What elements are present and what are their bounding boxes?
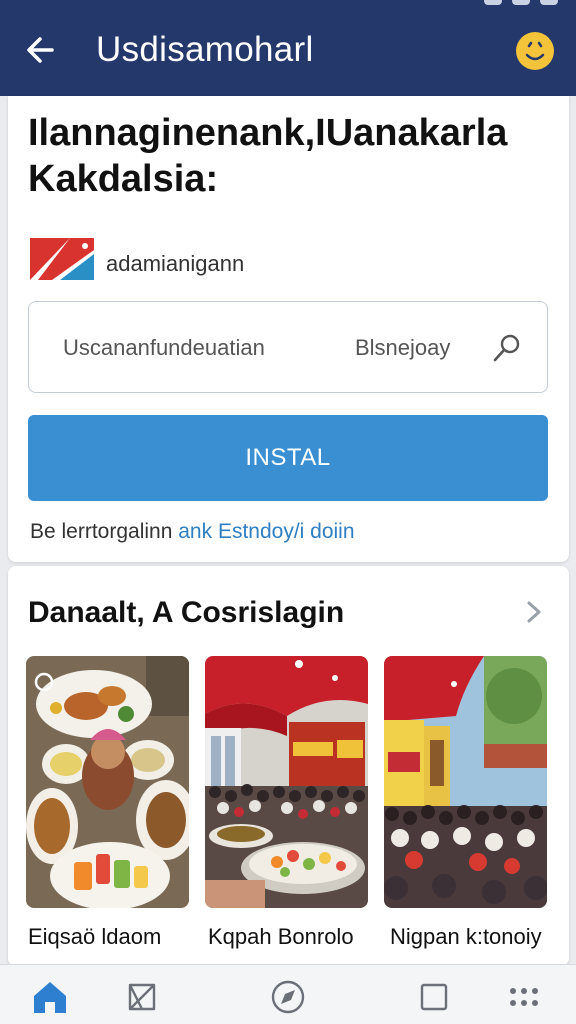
- date-selector[interactable]: Blsnejoay: [355, 335, 450, 361]
- crowd-gathering-photo: [384, 656, 547, 908]
- feed-item-1[interactable]: [26, 656, 189, 908]
- bottom-nav: [0, 964, 576, 1024]
- search-field[interactable]: Uscananfundeuatian Blsnejoay: [28, 301, 548, 393]
- feed-card: Danaalt, A Cosrislagin Eiqsaö ldaom Kqpa…: [8, 566, 569, 966]
- feed-item-2-label: Kqpah Bonrolo: [208, 924, 354, 949]
- install-footnote: Be lerrtorgalinn ank Estndoy/i doiin: [30, 520, 355, 544]
- feed-more-button[interactable]: [520, 598, 548, 626]
- feed-item-1-label: Eiqsaö ldaom: [28, 924, 162, 949]
- microphone-button[interactable]: [489, 332, 523, 366]
- footnote-link[interactable]: ank Estndoy/i doiin: [178, 520, 354, 543]
- page-headline: Ilannaginenank,IUanakarla Kakdalsia:: [28, 112, 508, 200]
- nav-explore[interactable]: [268, 977, 308, 1017]
- home-icon: [34, 982, 66, 1013]
- brand-flag-logo: [30, 238, 94, 280]
- brand-name: adamianigann: [106, 251, 245, 276]
- footnote-text: Be lerrtorgalinn: [30, 520, 173, 543]
- square-icon: [420, 983, 448, 1011]
- nav-tabs[interactable]: [414, 977, 454, 1017]
- food-platter-photo: [26, 656, 189, 908]
- feed-item-3-label: Nigpan k:tonoiy: [390, 924, 542, 949]
- app-title: Usdisamoharl: [96, 30, 314, 69]
- feed-title: Danaalt, A Cosrislagin: [28, 596, 345, 629]
- nav-menu[interactable]: [504, 977, 544, 1017]
- status-bar: [484, 0, 558, 8]
- back-button[interactable]: [22, 30, 62, 70]
- profile-button[interactable]: [516, 32, 554, 70]
- arrow-left-icon: [27, 37, 54, 63]
- feed-item-3[interactable]: [384, 656, 547, 908]
- nav-send[interactable]: [122, 977, 162, 1017]
- microphone-icon: [493, 334, 520, 362]
- event-hall-photo: [205, 656, 368, 908]
- grid-dots-icon: [510, 988, 538, 1006]
- app-bar: Usdisamoharl: [0, 0, 576, 96]
- nav-home[interactable]: [30, 977, 70, 1017]
- send-icon: [128, 983, 156, 1011]
- compass-icon: [271, 980, 305, 1014]
- chevron-right-icon: [527, 601, 541, 623]
- feed-item-2[interactable]: [205, 656, 368, 908]
- profile-icon: [525, 41, 545, 61]
- install-card: Ilannaginenank,IUanakarla Kakdalsia: ada…: [8, 96, 569, 562]
- install-button[interactable]: INSTAL: [28, 415, 548, 501]
- search-input[interactable]: Uscananfundeuatian: [63, 335, 265, 361]
